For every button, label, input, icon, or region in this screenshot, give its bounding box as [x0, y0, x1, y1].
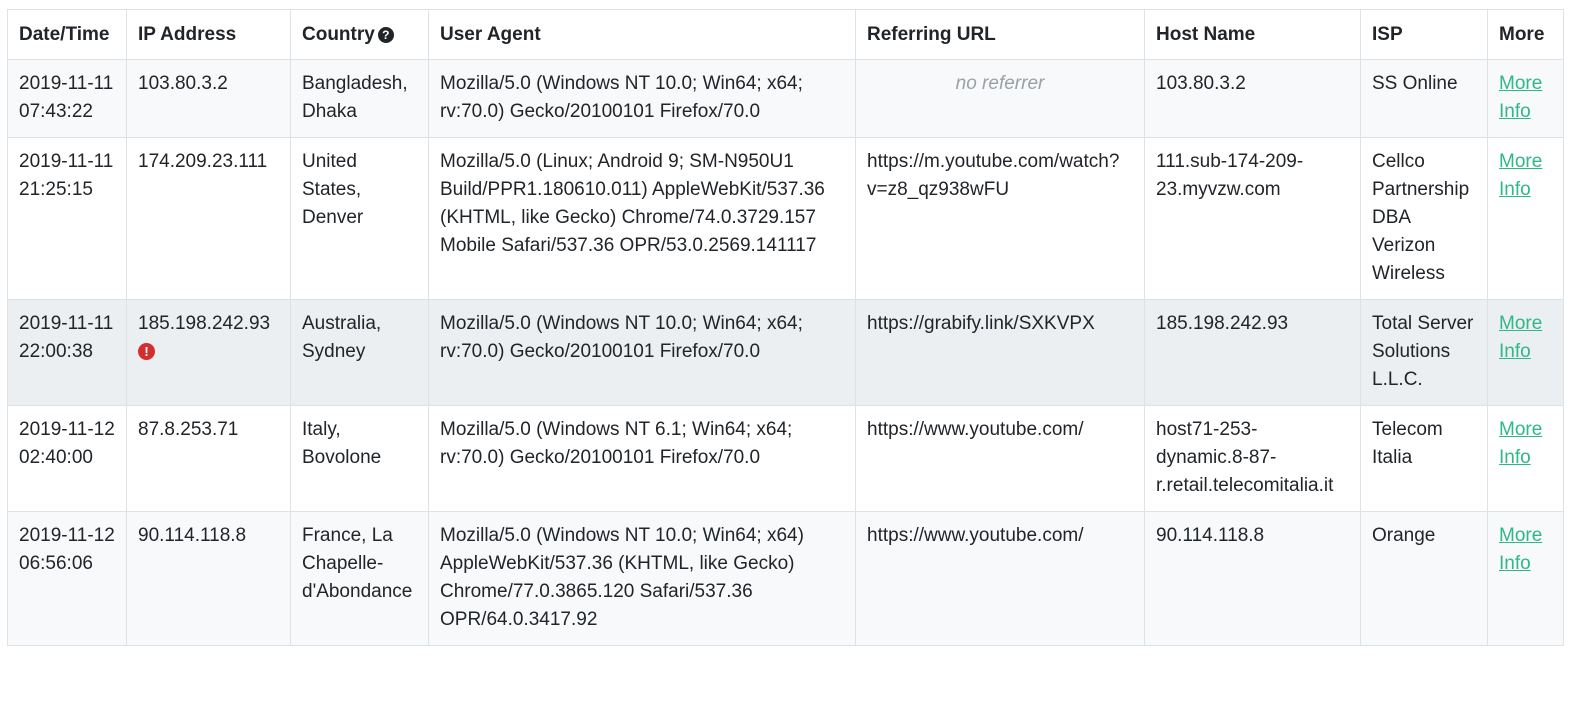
country-value: Italy, Bovolone: [302, 419, 382, 468]
no-referrer-text: no referrer: [955, 73, 1045, 94]
cell-user-agent: Mozilla/5.0 (Windows NT 10.0; Win64; x64…: [428, 59, 856, 138]
country-value: United States, Denver: [302, 151, 364, 228]
table-row: 2019-11-12 06:56:06 90.114.118.8 France,…: [7, 511, 1564, 646]
cell-isp: Cellco Partnership DBA Verizon Wireless: [1360, 137, 1488, 300]
cell-host: 103.80.3.2: [1144, 59, 1361, 138]
header-country: Country?: [290, 9, 429, 60]
cell-host: 185.198.242.93: [1144, 299, 1361, 406]
cell-more: More Info: [1487, 511, 1564, 646]
referrer-value: https://www.youtube.com/: [867, 419, 1084, 440]
cell-isp: Total Server Solutions L.L.C.: [1360, 299, 1488, 406]
country-value: Australia, Sydney: [302, 313, 382, 362]
header-datetime: Date/Time: [7, 9, 127, 60]
cell-datetime: 2019-11-11 22:00:38: [7, 299, 127, 406]
cell-isp: SS Online: [1360, 59, 1488, 138]
cell-user-agent: Mozilla/5.0 (Windows NT 6.1; Win64; x64;…: [428, 405, 856, 512]
referrer-value: https://www.youtube.com/: [867, 525, 1084, 546]
more-info-link[interactable]: More Info: [1499, 313, 1542, 362]
user-agent-value: Mozilla/5.0 (Windows NT 10.0; Win64; x64…: [440, 73, 803, 122]
cell-isp: Orange: [1360, 511, 1488, 646]
cell-country: Bangladesh, Dhaka: [290, 59, 429, 138]
more-info-link[interactable]: More Info: [1499, 151, 1542, 200]
cell-isp: Telecom Italia: [1360, 405, 1488, 512]
cell-host: host71-253-dynamic.8-87-r.retail.telecom…: [1144, 405, 1361, 512]
cell-user-agent: Mozilla/5.0 (Linux; Android 9; SM-N950U1…: [428, 137, 856, 300]
cell-referrer: no referrer: [855, 59, 1145, 138]
datetime-value: 2019-11-11 22:00:38: [19, 313, 114, 362]
user-agent-value: Mozilla/5.0 (Windows NT 10.0; Win64; x64…: [440, 313, 803, 362]
cell-user-agent: Mozilla/5.0 (Windows NT 10.0; Win64; x64…: [428, 511, 856, 646]
header-host-name: Host Name: [1144, 9, 1361, 60]
ip-value: 90.114.118.8: [138, 525, 247, 546]
more-info-link[interactable]: More Info: [1499, 419, 1542, 468]
ip-value: 174.209.23.111: [138, 151, 268, 172]
user-agent-value: Mozilla/5.0 (Linux; Android 9; SM-N950U1…: [440, 151, 825, 256]
header-ip-address: IP Address: [126, 9, 291, 60]
exclamation-circle-icon[interactable]: !: [138, 343, 155, 361]
ip-value: 87.8.253.71: [138, 419, 239, 440]
cell-host: 90.114.118.8: [1144, 511, 1361, 646]
cell-country: Australia, Sydney: [290, 299, 429, 406]
cell-referrer: https://www.youtube.com/: [855, 511, 1145, 646]
cell-ip: 185.198.242.93!: [126, 299, 291, 406]
cell-country: Italy, Bovolone: [290, 405, 429, 512]
table-row-highlighted: 2019-11-11 22:00:38 185.198.242.93! Aust…: [7, 299, 1564, 406]
cell-referrer: https://www.youtube.com/: [855, 405, 1145, 512]
cell-datetime: 2019-11-11 07:43:22: [7, 59, 127, 138]
ip-value: 103.80.3.2: [138, 73, 228, 94]
more-info-link[interactable]: More Info: [1499, 525, 1542, 574]
table-header-row: Date/Time IP Address Country? User Agent…: [7, 9, 1564, 60]
table-row: 2019-11-12 02:40:00 87.8.253.71 Italy, B…: [7, 405, 1564, 512]
referrer-value: https://m.youtube.com/watch?v=z8_qz938wF…: [867, 151, 1120, 200]
cell-datetime: 2019-11-12 06:56:06: [7, 511, 127, 646]
ip-value: 185.198.242.93: [138, 313, 271, 334]
tracking-log-container: Date/Time IP Address Country? User Agent…: [7, 9, 1564, 646]
header-more: More: [1487, 9, 1564, 60]
host-value: 103.80.3.2: [1156, 73, 1246, 94]
cell-user-agent: Mozilla/5.0 (Windows NT 10.0; Win64; x64…: [428, 299, 856, 406]
datetime-value: 2019-11-12 06:56:06: [19, 525, 115, 574]
cell-host: 111.sub-174-209-23.myvzw.com: [1144, 137, 1361, 300]
user-agent-value: Mozilla/5.0 (Windows NT 6.1; Win64; x64;…: [440, 419, 793, 468]
header-user-agent: User Agent: [428, 9, 856, 60]
question-circle-icon[interactable]: ?: [377, 27, 394, 43]
header-country-label: Country: [302, 24, 375, 45]
more-info-link[interactable]: More Info: [1499, 73, 1542, 122]
table-row: 2019-11-11 21:25:15 174.209.23.111 Unite…: [7, 137, 1564, 300]
cell-datetime: 2019-11-12 02:40:00: [7, 405, 127, 512]
datetime-value: 2019-11-11 21:25:15: [19, 151, 114, 200]
referrer-value: https://grabify.link/SXKVPX: [867, 313, 1095, 334]
isp-value: Orange: [1372, 525, 1436, 546]
visitor-log-table: Date/Time IP Address Country? User Agent…: [7, 9, 1564, 646]
host-value: 111.sub-174-209-23.myvzw.com: [1156, 151, 1304, 200]
header-referring-url: Referring URL: [855, 9, 1145, 60]
cell-ip: 174.209.23.111: [126, 137, 291, 300]
country-value: France, La Chapelle-d'Abondance: [302, 525, 413, 602]
cell-more: More Info: [1487, 299, 1564, 406]
header-isp: ISP: [1360, 9, 1488, 60]
cell-country: United States, Denver: [290, 137, 429, 300]
host-value: host71-253-dynamic.8-87-r.retail.telecom…: [1156, 419, 1334, 496]
cell-ip: 87.8.253.71: [126, 405, 291, 512]
cell-ip: 90.114.118.8: [126, 511, 291, 646]
host-value: 90.114.118.8: [1156, 525, 1265, 546]
cell-more: More Info: [1487, 137, 1564, 300]
cell-country: France, La Chapelle-d'Abondance: [290, 511, 429, 646]
country-value: Bangladesh, Dhaka: [302, 73, 408, 122]
datetime-value: 2019-11-11 07:43:22: [19, 73, 114, 122]
cell-referrer: https://grabify.link/SXKVPX: [855, 299, 1145, 406]
datetime-value: 2019-11-12 02:40:00: [19, 419, 115, 468]
isp-value: Cellco Partnership DBA Verizon Wireless: [1372, 151, 1470, 284]
user-agent-value: Mozilla/5.0 (Windows NT 10.0; Win64; x64…: [440, 525, 804, 630]
cell-datetime: 2019-11-11 21:25:15: [7, 137, 127, 300]
cell-more: More Info: [1487, 59, 1564, 138]
isp-value: Telecom Italia: [1372, 419, 1443, 468]
table-row: 2019-11-11 07:43:22 103.80.3.2 Banglades…: [7, 59, 1564, 138]
cell-referrer: https://m.youtube.com/watch?v=z8_qz938wF…: [855, 137, 1145, 300]
isp-value: Total Server Solutions L.L.C.: [1372, 313, 1474, 390]
cell-more: More Info: [1487, 405, 1564, 512]
cell-ip: 103.80.3.2: [126, 59, 291, 138]
isp-value: SS Online: [1372, 73, 1458, 94]
host-value: 185.198.242.93: [1156, 313, 1289, 334]
